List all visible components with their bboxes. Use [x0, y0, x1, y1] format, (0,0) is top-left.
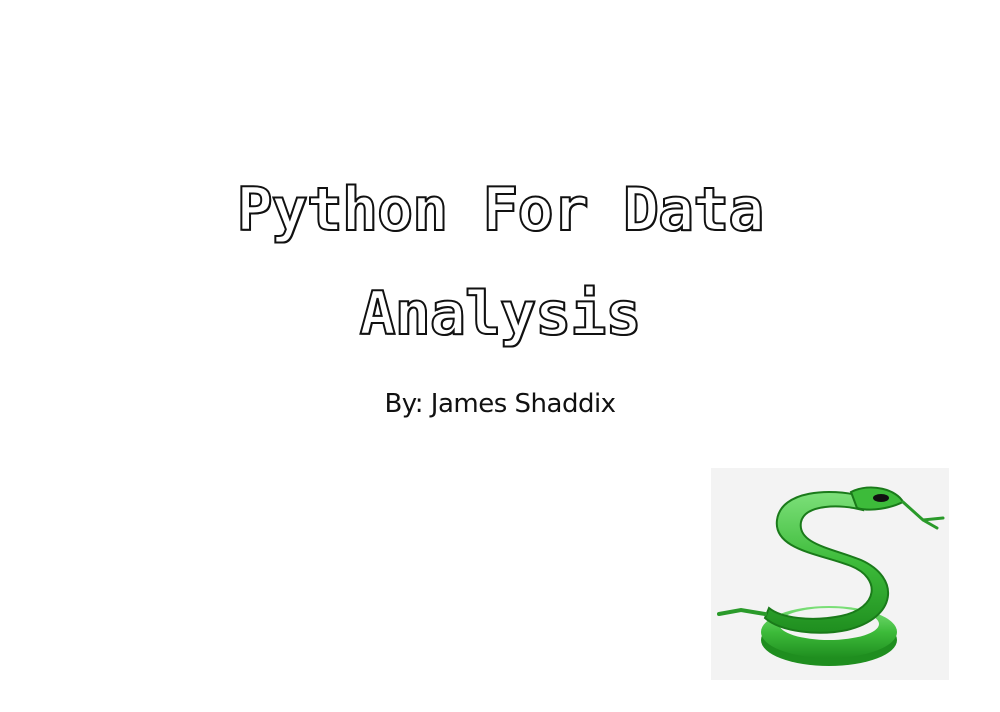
slide-title: Python For Data Analysis [0, 158, 1000, 366]
slide-title-line-2: Analysis [359, 278, 643, 350]
snake-icon [717, 486, 945, 666]
title-slide: Python For Data Analysis By: James Shadd… [0, 0, 1000, 712]
slide-title-line-1: Python For Data [236, 174, 766, 246]
slide-subtitle: By: James Shaddix [384, 389, 616, 419]
snake-logo [711, 468, 949, 680]
